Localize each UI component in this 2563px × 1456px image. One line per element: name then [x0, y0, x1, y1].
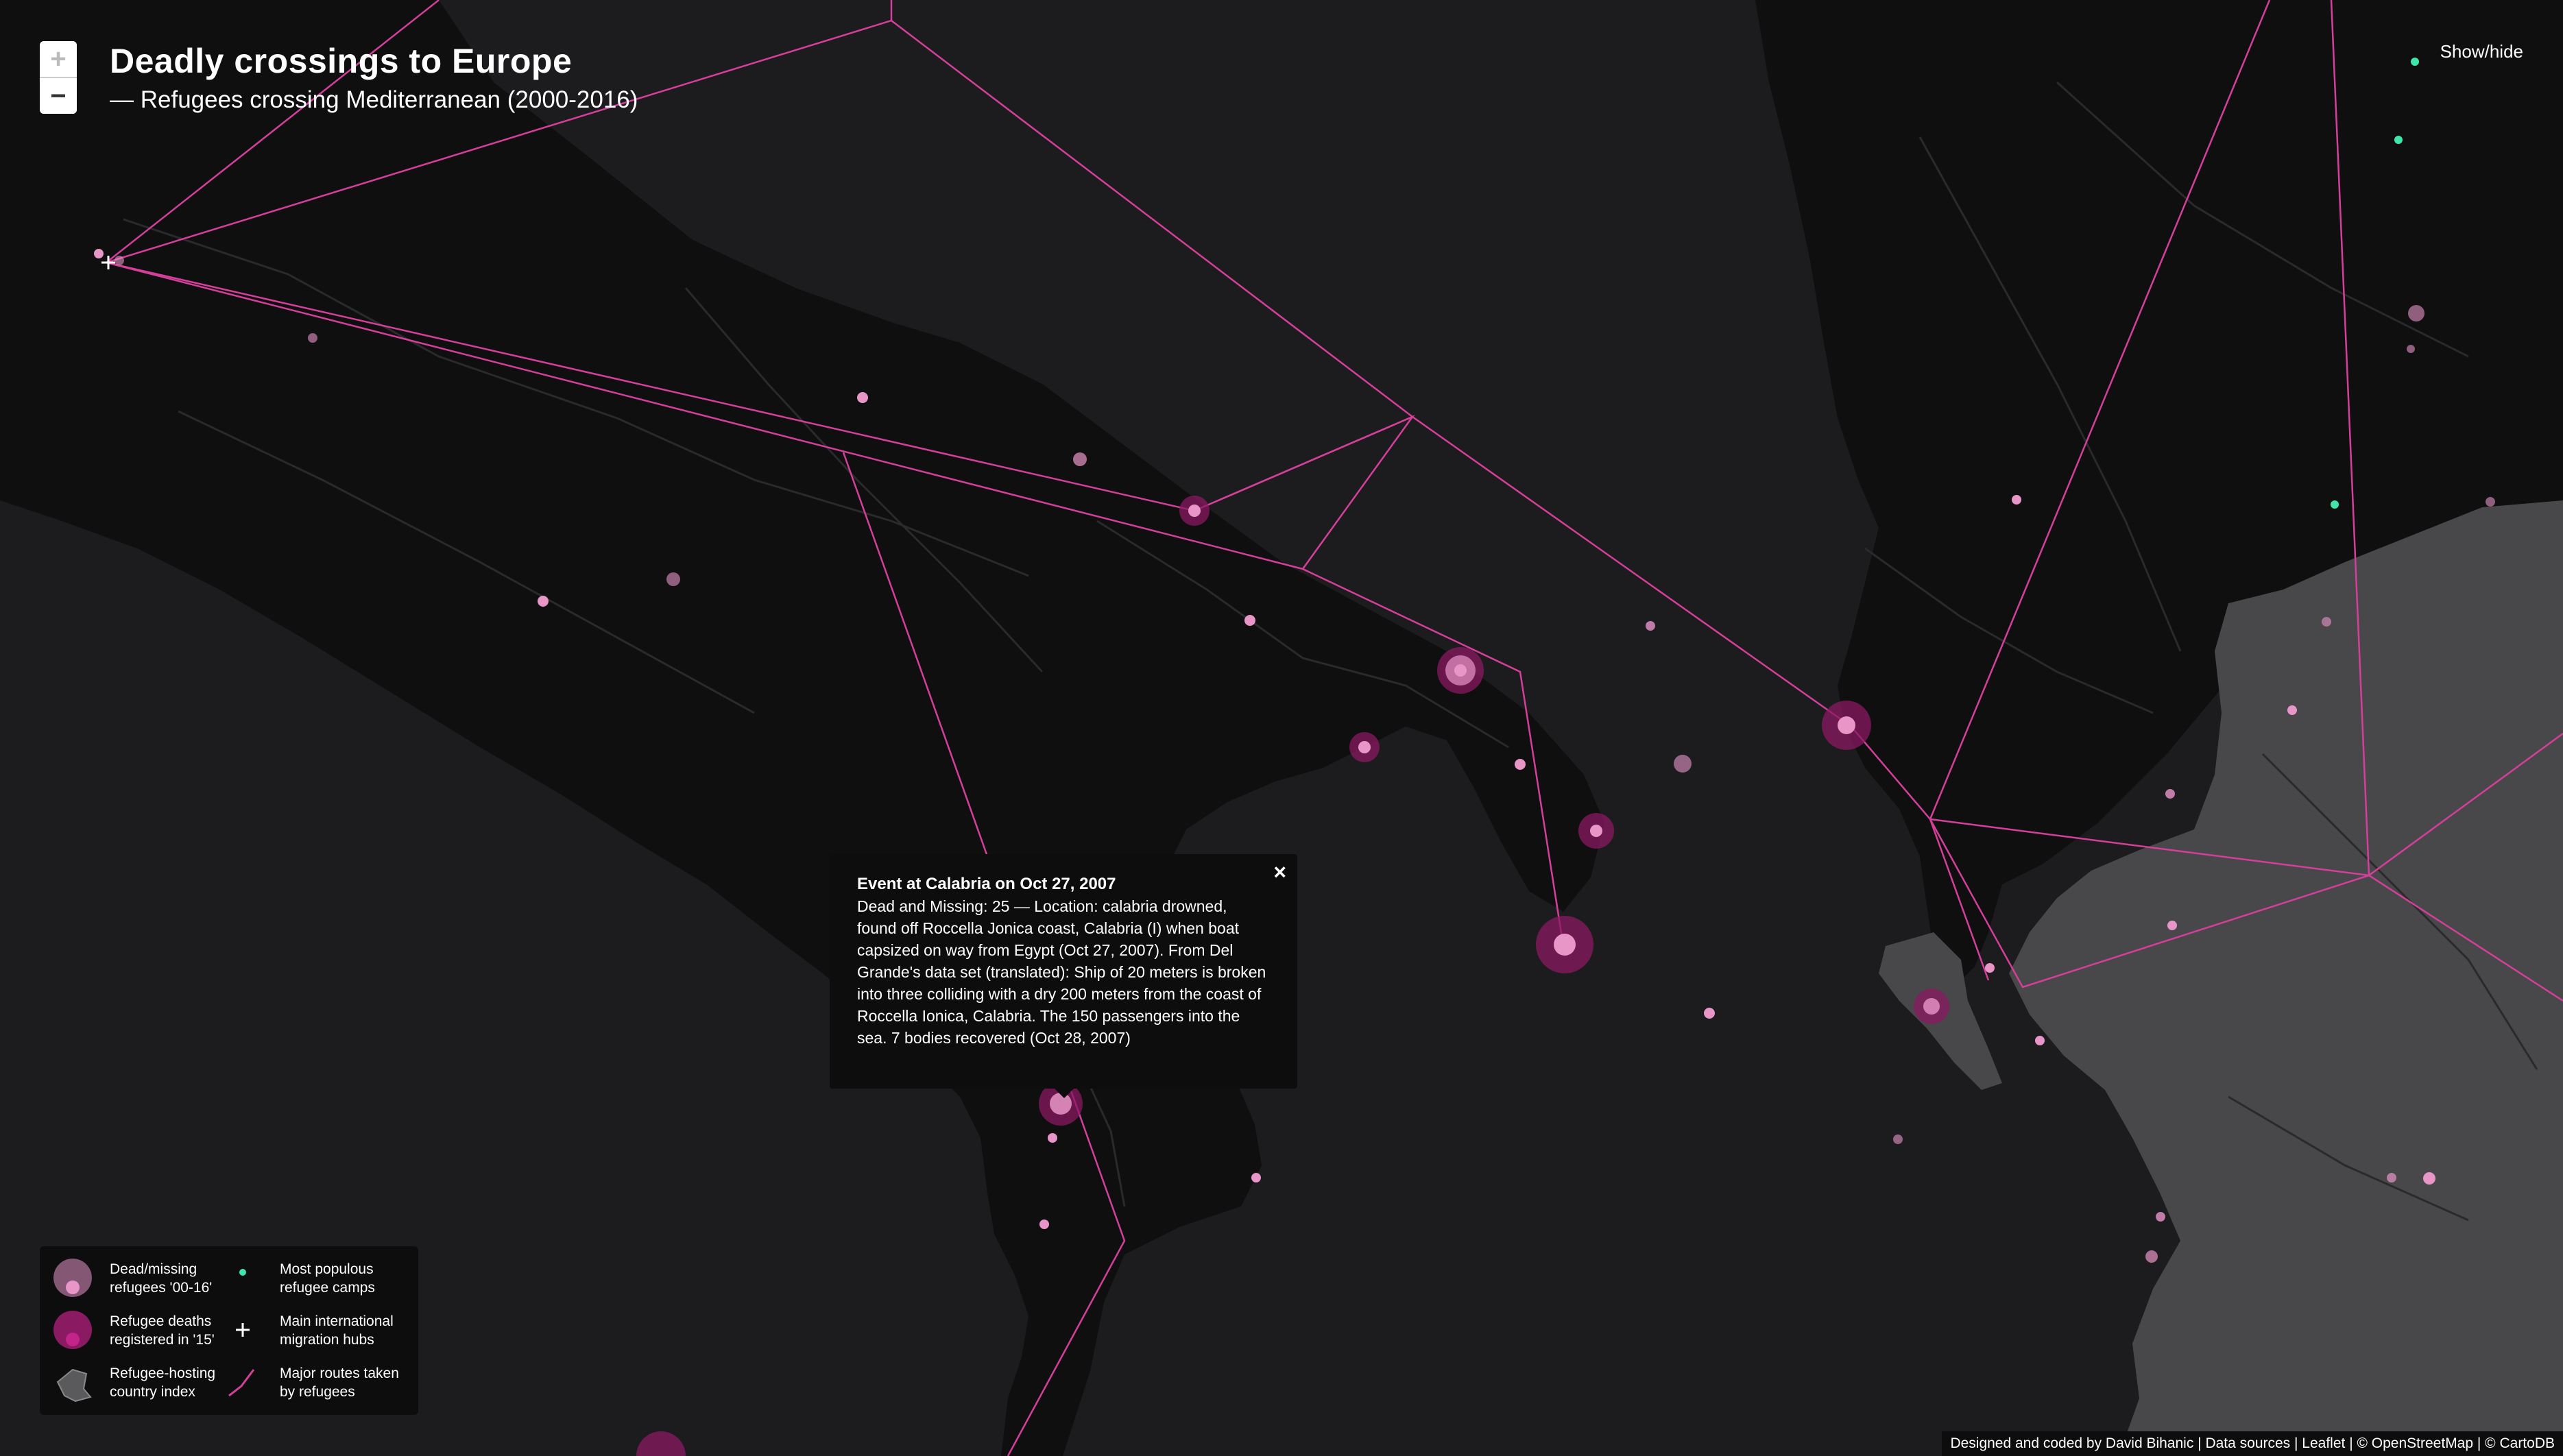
event-marker[interactable]: [94, 249, 104, 258]
migration-hub-legend-icon: [236, 1323, 250, 1337]
map-canvas[interactable]: [0, 0, 2563, 1456]
event-marker[interactable]: [1923, 998, 1940, 1015]
camp-marker[interactable]: [2394, 136, 2403, 144]
page-title: Deadly crossings to Europe: [110, 42, 573, 80]
legend-label: Refugee deaths registered in '15': [110, 1313, 215, 1348]
route-legend-icon: [228, 1369, 255, 1397]
event-marker[interactable]: [538, 596, 549, 607]
event-marker[interactable]: [1985, 963, 1995, 973]
legend-item-deaths-2015: Refugee deaths registered in '15': [52, 1309, 224, 1353]
legend: Dead/missing refugees '00-16' Refugee de…: [40, 1246, 418, 1415]
event-marker[interactable]: [2408, 305, 2424, 321]
event-marker[interactable]: [1251, 1173, 1261, 1182]
event-marker[interactable]: [666, 572, 680, 586]
event-marker[interactable]: [2287, 705, 2297, 715]
event-popup: × Event at Calabria on Oct 27, 2007 Dead…: [830, 854, 1297, 1098]
event-marker[interactable]: [1048, 1133, 1057, 1143]
event-marker[interactable]: [2035, 1036, 2045, 1045]
event-marker[interactable]: [1590, 825, 1602, 837]
legend-label: Dead/missing refugees '00-16': [110, 1261, 213, 1296]
event-marker[interactable]: [1039, 1220, 1049, 1229]
event-marker[interactable]: [2322, 617, 2331, 627]
legend-label: Main international migration hubs: [280, 1313, 394, 1348]
event-marker[interactable]: [1554, 934, 1576, 956]
dead-missing-legend-icon: [53, 1259, 92, 1297]
camp-legend-icon: [239, 1269, 246, 1276]
legend-item-camps: Most populous refugee camps: [222, 1257, 394, 1301]
popup-title: Event at Calabria on Oct 27, 2007: [857, 875, 1116, 893]
event-marker[interactable]: [1188, 505, 1201, 517]
popup-body: Dead and Missing: 25 — Location: calabri…: [857, 897, 1266, 1047]
event-marker[interactable]: [1674, 755, 1692, 773]
event-marker[interactable]: [2387, 1173, 2396, 1182]
event-marker[interactable]: [2423, 1172, 2435, 1185]
map-stage[interactable]: + − Deadly crossings to Europe — Refugee…: [0, 0, 2563, 1456]
attribution[interactable]: Designed and coded by David Bihanic | Da…: [1942, 1431, 2563, 1456]
legend-label: Most populous refugee camps: [280, 1261, 375, 1296]
event-marker[interactable]: [2145, 1250, 2158, 1263]
event-marker[interactable]: [2012, 495, 2021, 505]
legend-item-dead-missing: Dead/missing refugees '00-16': [52, 1257, 224, 1301]
event-marker[interactable]: [1893, 1135, 1903, 1144]
event-marker[interactable]: [1704, 1008, 1715, 1019]
event-marker[interactable]: [1073, 452, 1087, 466]
legend-label: Major routes taken by refugees: [280, 1366, 399, 1400]
event-marker[interactable]: [1838, 716, 1855, 734]
zoom-out-button[interactable]: −: [40, 78, 77, 114]
popup-close-button[interactable]: ×: [1273, 861, 1286, 883]
legend-item-hosting-index: Refugee-hosting country index: [52, 1361, 224, 1405]
event-marker[interactable]: [2486, 497, 2495, 507]
hosting-country-legend-icon: [56, 1368, 92, 1403]
event-marker[interactable]: [1515, 759, 1526, 770]
camp-marker[interactable]: [2331, 500, 2339, 509]
legend-label: Refugee-hosting country index: [110, 1366, 216, 1400]
title-block: Deadly crossings to Europe — Refugees cr…: [110, 41, 638, 114]
deaths-2015-legend-icon: [53, 1311, 92, 1349]
event-marker[interactable]: [1358, 741, 1371, 753]
zoom-control: + −: [40, 41, 77, 114]
event-marker[interactable]: [1646, 621, 1655, 631]
event-marker[interactable]: [115, 256, 124, 265]
event-marker[interactable]: [1244, 615, 1255, 626]
popup-tip: [1053, 1087, 1075, 1098]
event-marker[interactable]: [308, 333, 317, 343]
event-marker[interactable]: [857, 392, 868, 403]
event-marker[interactable]: [1454, 664, 1467, 677]
camp-marker[interactable]: [2411, 58, 2419, 66]
event-marker[interactable]: [2407, 345, 2415, 353]
zoom-in-button[interactable]: +: [40, 41, 77, 77]
legend-item-hubs: Main international migration hubs: [222, 1309, 394, 1353]
page-subtitle: — Refugees crossing Mediterranean (2000-…: [110, 86, 638, 113]
legend-item-routes: Major routes taken by refugees: [222, 1361, 399, 1405]
event-marker[interactable]: [2167, 921, 2177, 930]
event-marker[interactable]: [2156, 1212, 2165, 1222]
show-hide-toggle[interactable]: Show/hide: [2440, 41, 2523, 62]
event-marker[interactable]: [2165, 789, 2175, 799]
